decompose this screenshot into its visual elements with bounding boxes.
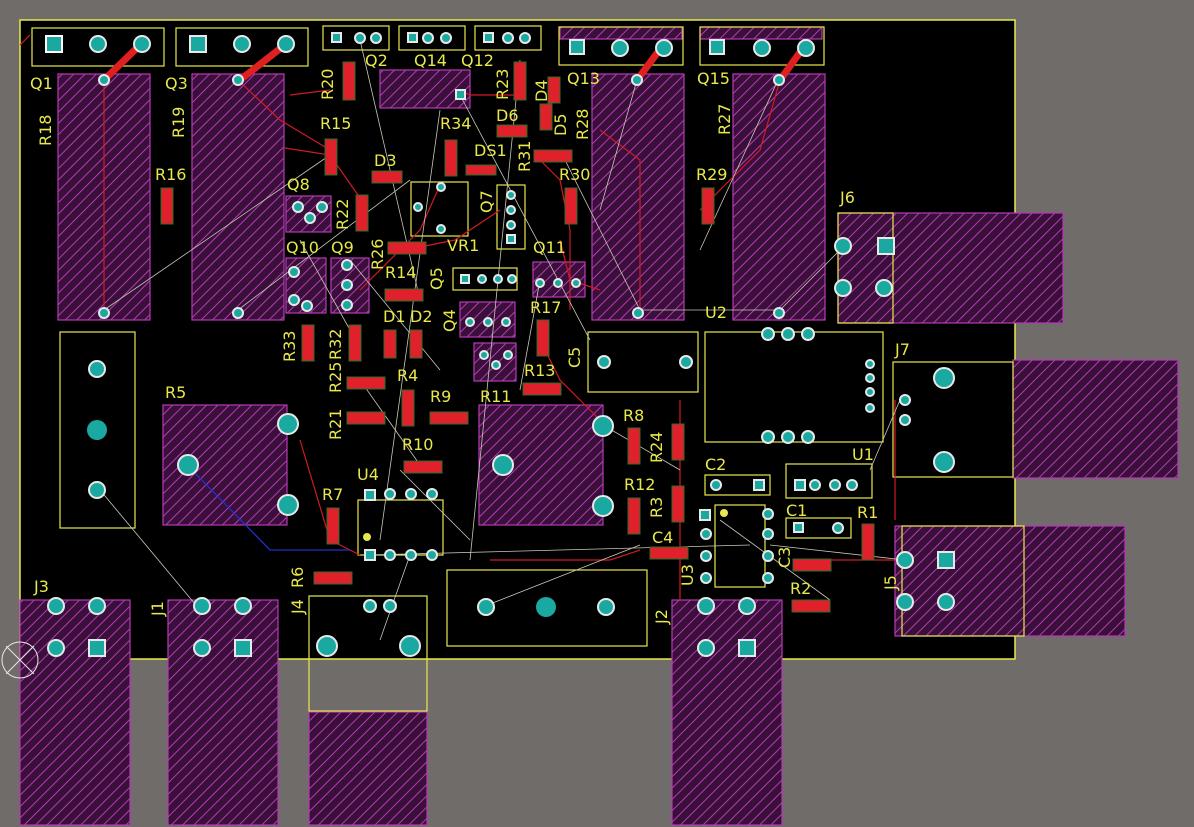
label-r9: R9 [430, 387, 451, 406]
label-r22: R22 [333, 199, 352, 230]
label-j1: J1 [148, 601, 167, 617]
u3-pin1-marker [720, 509, 728, 517]
label-r25: R25 [326, 362, 345, 393]
label-j4: J4 [288, 599, 307, 615]
label-r20: R20 [318, 69, 337, 100]
label-c3: C3 [775, 547, 794, 568]
label-r10: R10 [402, 435, 433, 454]
label-c1: C1 [786, 501, 807, 520]
label-r21: R21 [326, 409, 345, 440]
label-r11: R11 [480, 387, 511, 406]
label-q4: Q4 [440, 309, 459, 332]
label-r31: R31 [515, 141, 534, 172]
label-j6: J6 [839, 188, 855, 207]
label-j2: J2 [652, 609, 671, 625]
label-r14: R14 [385, 263, 416, 282]
label-r23: R23 [493, 69, 512, 100]
label-ds1: DS1 [474, 141, 507, 160]
label-r33: R33 [280, 331, 299, 362]
label-r18: R18 [36, 115, 55, 146]
label-d6: D6 [496, 106, 519, 125]
label-j7: J7 [894, 340, 910, 359]
pcb-canvas[interactable]: Q1 Q3 R20 Q2 Q14 Q12 R23 D4 Q13 Q15 R18 … [0, 0, 1194, 827]
label-u4: U4 [357, 465, 379, 484]
label-r3: R3 [647, 497, 666, 518]
label-q12: Q12 [461, 51, 494, 70]
label-u1: U1 [852, 445, 874, 464]
label-r17: R17 [530, 298, 561, 317]
label-r6: R6 [288, 567, 307, 588]
label-q14: Q14 [414, 51, 447, 70]
label-r7: R7 [322, 485, 343, 504]
label-q5: Q5 [427, 267, 446, 290]
label-j3: J3 [33, 577, 49, 596]
label-u2: U2 [705, 303, 727, 322]
label-r1: R1 [857, 503, 878, 522]
label-c4: C4 [652, 528, 673, 547]
label-q10: Q10 [286, 238, 319, 257]
label-q13: Q13 [567, 69, 600, 88]
label-r16: R16 [155, 165, 186, 184]
label-r29: R29 [696, 165, 727, 184]
label-q15: Q15 [697, 69, 730, 88]
label-c2: C2 [705, 455, 726, 474]
label-r28: R28 [573, 109, 592, 140]
label-r12: R12 [624, 475, 655, 494]
label-d4: D4 [532, 80, 551, 103]
label-r27: R27 [715, 104, 734, 135]
label-r24: R24 [647, 432, 666, 463]
label-r34: R34 [440, 114, 471, 133]
label-q8: Q8 [287, 175, 310, 194]
label-r5: R5 [165, 383, 186, 402]
label-q7: Q7 [477, 190, 496, 213]
label-r19: R19 [169, 107, 188, 138]
label-c5: C5 [565, 347, 584, 368]
label-r30: R30 [559, 165, 590, 184]
label-d1: D1 [383, 307, 406, 326]
label-j5: J5 [881, 575, 900, 591]
label-q11: Q11 [533, 238, 566, 257]
label-r2: R2 [790, 579, 811, 598]
u4-pin1-marker [363, 533, 371, 541]
label-r4: R4 [397, 366, 418, 385]
label-q1: Q1 [30, 74, 53, 93]
label-d2: D2 [410, 307, 433, 326]
label-r8: R8 [623, 406, 644, 425]
label-r15: R15 [320, 114, 351, 133]
label-q3: Q3 [165, 74, 188, 93]
label-q9: Q9 [331, 238, 354, 257]
label-u3: U3 [678, 564, 697, 586]
label-d3: D3 [374, 151, 397, 170]
label-r13: R13 [524, 361, 555, 380]
label-q2: Q2 [365, 51, 388, 70]
label-vr1: VR1 [447, 236, 479, 255]
label-r32: R32 [326, 329, 345, 360]
label-d5: D5 [551, 114, 570, 137]
